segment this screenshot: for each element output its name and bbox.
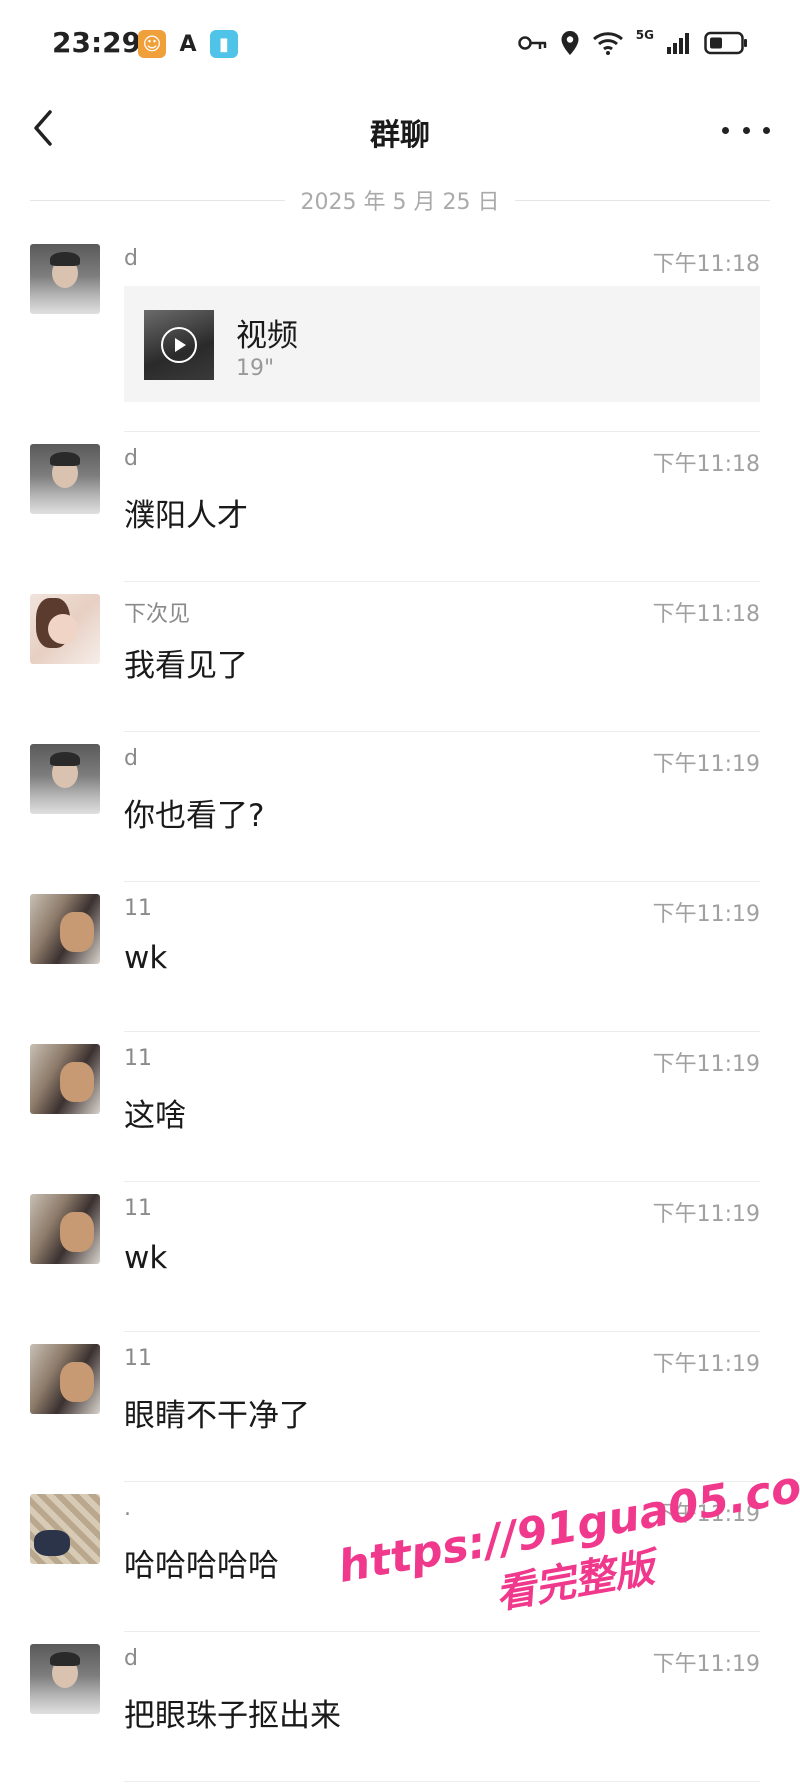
divider-line xyxy=(30,199,285,201)
battery-icon xyxy=(704,31,747,55)
message-item: 11 下午11:19 wk xyxy=(0,1182,800,1332)
more-icon-dot xyxy=(763,126,770,134)
sender-name: d xyxy=(124,446,138,471)
message-item: d 下午11:18 视频 19" xyxy=(0,232,800,432)
message-time: 下午11:19 xyxy=(652,1052,760,1077)
a-icon: A xyxy=(179,31,197,57)
video-duration: 19" xyxy=(236,356,275,381)
message-text[interactable]: 我看见了 xyxy=(124,640,248,685)
sender-name: d xyxy=(124,1646,138,1671)
more-icon xyxy=(722,126,729,134)
avatar[interactable] xyxy=(30,444,100,514)
message-text[interactable]: wk xyxy=(124,940,167,976)
message-time: 下午11:18 xyxy=(652,252,760,277)
avatar[interactable] xyxy=(30,1044,100,1114)
message-time: 下午11:19 xyxy=(652,902,760,927)
message-text[interactable]: 哈哈哈哈哈 xyxy=(124,1540,279,1585)
sender-name: d xyxy=(124,746,138,771)
message-time: 下午11:19 xyxy=(652,1652,760,1677)
wifi-icon xyxy=(592,32,623,55)
status-bar: 23:29 ☺ A ▮ 5G xyxy=(0,0,800,88)
video-thumbnail xyxy=(144,310,214,380)
more-icon-dot xyxy=(742,126,750,134)
message-text[interactable]: 濮阳人才 xyxy=(124,490,248,535)
play-icon xyxy=(161,327,197,363)
sender-name: 下次见 xyxy=(124,602,191,627)
sender-name: 11 xyxy=(124,1196,152,1221)
status-icons: 5G xyxy=(518,28,748,56)
video-title: 视频 xyxy=(236,318,298,354)
sender-name: d xyxy=(124,246,138,271)
message-item: d 下午11:19 把眼珠子抠出来 xyxy=(0,1632,800,1782)
date-label: 2025 年 5 月 25 日 xyxy=(300,190,500,215)
sender-name: 11 xyxy=(124,1346,152,1371)
message-separator xyxy=(124,1781,760,1782)
sender-name: 11 xyxy=(124,1046,152,1071)
message-item: 11 下午11:19 眼睛不干净了 xyxy=(0,1332,800,1482)
message-item: d 下午11:19 你也看了? xyxy=(0,732,800,882)
message-text[interactable]: 把眼珠子抠出来 xyxy=(124,1690,341,1735)
avatar[interactable] xyxy=(30,1644,100,1714)
app-blue-icon: ▮ xyxy=(210,30,238,58)
key-icon xyxy=(518,36,547,50)
page-title: 群聊 xyxy=(370,118,430,153)
sender-name: . xyxy=(124,1496,131,1521)
location-icon xyxy=(561,31,579,55)
app-orange-icon: ☺ xyxy=(138,30,166,58)
message-time: 下午11:19 xyxy=(652,752,760,777)
avatar[interactable] xyxy=(30,1344,100,1414)
message-time: 下午11:19 xyxy=(652,1202,760,1227)
message-time: 下午11:19 xyxy=(652,1352,760,1377)
message-item: 下次见 下午11:18 我看见了 xyxy=(0,582,800,732)
sender-name: 11 xyxy=(124,896,152,921)
message-item: 11 下午11:19 wk xyxy=(0,882,800,1032)
video-message[interactable]: 视频 19" xyxy=(124,286,760,402)
avatar[interactable] xyxy=(30,1194,100,1264)
more-button[interactable] xyxy=(722,112,770,148)
message-text[interactable]: 你也看了? xyxy=(124,790,264,835)
date-divider: 2025 年 5 月 25 日 xyxy=(30,182,771,218)
message-item: d 下午11:18 濮阳人才 xyxy=(0,432,800,582)
avatar[interactable] xyxy=(30,1494,100,1564)
divider-line xyxy=(515,199,771,201)
status-time: 23:29 xyxy=(52,26,142,59)
avatar[interactable] xyxy=(30,744,100,814)
message-text[interactable]: wk xyxy=(124,1240,167,1276)
avatar[interactable] xyxy=(30,594,100,664)
message-text[interactable]: 眼睛不干净了 xyxy=(124,1390,310,1435)
message-time: 下午11:18 xyxy=(652,452,760,477)
message-text[interactable]: 这啥 xyxy=(124,1090,186,1135)
chat-header: 群聊 xyxy=(0,88,800,172)
network-type: 5G xyxy=(635,28,654,42)
avatar[interactable] xyxy=(30,244,100,314)
message-item: 11 下午11:19 这啥 xyxy=(0,1032,800,1182)
message-time: 下午11:18 xyxy=(652,602,760,627)
avatar[interactable] xyxy=(30,894,100,964)
signal-icon xyxy=(667,33,689,54)
